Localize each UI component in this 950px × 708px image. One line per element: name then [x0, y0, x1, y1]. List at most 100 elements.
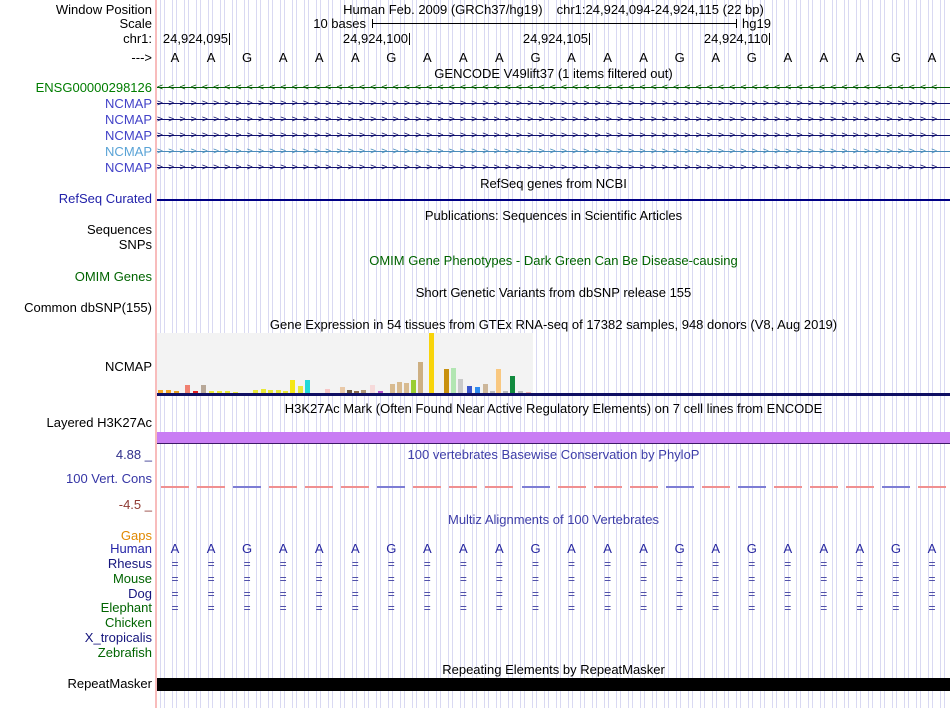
gtex-tissue-bar[interactable] — [467, 386, 472, 393]
phylop-negative-dash — [341, 486, 369, 488]
alignment-match-mark: = — [604, 557, 611, 571]
gtex-tissue-bar[interactable] — [397, 382, 402, 393]
track-label-repeatmasker[interactable]: RepeatMasker — [0, 677, 152, 691]
gtex-tissue-bar[interactable] — [390, 384, 395, 393]
alignment-match-mark: = — [928, 557, 935, 571]
alignment-match-mark: = — [748, 572, 755, 586]
track-label-refseq-curated[interactable]: RefSeq Curated — [0, 192, 152, 206]
gene-strand-arrows-right[interactable]: >>>>>>>>>>>>>>>>>>>>>>>>>>>>>>>>>>>>>>>>… — [157, 161, 950, 175]
alignment-match-mark: = — [532, 557, 539, 571]
aligned-base: A — [495, 542, 504, 556]
gene-item-label[interactable]: ENSG00000298126 — [0, 81, 152, 95]
alignment-match-mark: = — [496, 587, 503, 601]
gene-strand-arrows-right[interactable]: >>>>>>>>>>>>>>>>>>>>>>>>>>>>>>>>>>>>>>>>… — [157, 97, 950, 111]
alignment-match-mark: = — [928, 587, 935, 601]
gene-strand-arrows-right[interactable]: >>>>>>>>>>>>>>>>>>>>>>>>>>>>>>>>>>>>>>>>… — [157, 113, 950, 127]
gene-item-label[interactable]: NCMAP — [0, 161, 152, 175]
window-position-label: Window Position — [0, 3, 152, 17]
gtex-tissue-bar[interactable] — [458, 379, 463, 393]
gene-item-label[interactable]: NCMAP — [0, 113, 152, 127]
gtex-tissue-bar[interactable] — [404, 383, 409, 393]
species-label-mouse[interactable]: Mouse — [0, 572, 152, 586]
sequence-base: A — [603, 51, 612, 65]
gene-item-label[interactable]: NCMAP — [0, 129, 152, 143]
gtex-tissue-bar[interactable] — [298, 386, 303, 393]
dbsnp-track-title: Short Genetic Variants from dbSNP releas… — [157, 286, 950, 300]
gtex-tissue-bar[interactable] — [290, 380, 295, 393]
gtex-tissue-bar[interactable] — [483, 384, 488, 393]
gtex-tissue-bar[interactable] — [201, 385, 206, 393]
species-label-rhesus[interactable]: Rhesus — [0, 557, 152, 571]
gtex-tissue-bar[interactable] — [429, 333, 434, 393]
alignment-match-mark: = — [856, 557, 863, 571]
track-label-snps[interactable]: SNPs — [0, 238, 152, 252]
sequence-base: G — [530, 51, 540, 65]
alignment-match-mark: = — [856, 601, 863, 615]
alignment-match-mark: = — [171, 557, 178, 571]
gene-strand-arrows-right[interactable]: >>>>>>>>>>>>>>>>>>>>>>>>>>>>>>>>>>>>>>>>… — [157, 129, 950, 143]
track-label-gtex-gene[interactable]: NCMAP — [0, 360, 152, 374]
track-label-common-dbsnp[interactable]: Common dbSNP(155) — [0, 301, 152, 315]
species-label-dog[interactable]: Dog — [0, 587, 152, 601]
species-label-x_tropicalis[interactable]: X_tropicalis — [0, 631, 152, 645]
species-label-chicken[interactable]: Chicken — [0, 616, 152, 630]
aligned-base: A — [459, 542, 468, 556]
gtex-tissue-bar[interactable] — [305, 380, 310, 393]
alignment-match-mark: = — [532, 601, 539, 615]
alignment-match-mark: = — [424, 587, 431, 601]
track-label-sequences[interactable]: Sequences — [0, 223, 152, 237]
sequence-base: A — [207, 51, 216, 65]
aligned-base: G — [891, 542, 901, 556]
alignment-match-mark: = — [784, 601, 791, 615]
sequence-base: A — [495, 51, 504, 65]
refseq-curated-gene-line[interactable] — [157, 199, 950, 201]
alignment-match-mark: = — [856, 572, 863, 586]
alignment-match-mark: = — [208, 587, 215, 601]
aligned-base: A — [171, 542, 180, 556]
track-display-area[interactable]: Human Feb. 2009 (GRCh37/hg19)chr1:24,924… — [157, 0, 950, 708]
species-label-elephant[interactable]: Elephant — [0, 601, 152, 615]
ruler-position-number: 24,924,095 — [128, 32, 228, 46]
sequence-base: A — [459, 51, 468, 65]
sequence-base: G — [891, 51, 901, 65]
gene-item-label[interactable]: NCMAP — [0, 97, 152, 111]
gene-strand-arrows-left[interactable]: <<<<<<<<<<<<<<<<<<<<<<<<<<<<<<<<<<<<<<<<… — [157, 81, 950, 95]
gtex-tissue-bar[interactable] — [444, 369, 449, 393]
phylop-negative-dash — [702, 486, 730, 488]
alignment-match-mark: = — [244, 557, 251, 571]
species-label-zebrafish[interactable]: Zebrafish — [0, 646, 152, 660]
ruler-position-number: 24,924,105 — [488, 32, 588, 46]
aligned-base: A — [783, 542, 792, 556]
gtex-tissue-bar[interactable] — [185, 385, 190, 393]
alignment-match-mark: = — [280, 557, 287, 571]
gtex-tissue-bar[interactable] — [496, 369, 501, 393]
track-label-layered-h3k27ac[interactable]: Layered H3K27Ac — [0, 416, 152, 430]
species-label-human[interactable]: Human — [0, 542, 152, 556]
phylop-negative-dash — [413, 486, 441, 488]
alignment-match-mark: = — [820, 587, 827, 601]
gtex-tissue-bar[interactable] — [510, 376, 515, 393]
scale-label: Scale — [0, 17, 152, 31]
gene-item-label[interactable]: NCMAP — [0, 145, 152, 159]
gtex-tissue-bar[interactable] — [370, 385, 375, 393]
phylop-negative-dash — [449, 486, 477, 488]
phylop-positive-dash — [522, 486, 550, 488]
sequence-base: A — [423, 51, 432, 65]
alignment-match-mark: = — [928, 572, 935, 586]
multiz-track-title: Multiz Alignments of 100 Vertebrates — [157, 513, 950, 527]
phylop-negative-dash — [774, 486, 802, 488]
h3k27ac-signal-bar[interactable] — [157, 432, 950, 443]
gtex-tissue-bar[interactable] — [418, 362, 423, 393]
sequence-base: G — [747, 51, 757, 65]
gene-strand-arrows-right[interactable]: >>>>>>>>>>>>>>>>>>>>>>>>>>>>>>>>>>>>>>>>… — [157, 145, 950, 159]
aligned-base: A — [567, 542, 576, 556]
track-label-omim-genes[interactable]: OMIM Genes — [0, 270, 152, 284]
alignment-match-mark: = — [352, 601, 359, 615]
alignment-match-mark: = — [460, 572, 467, 586]
gtex-tissue-bar[interactable] — [451, 368, 456, 393]
repeatmasker-element-bar[interactable] — [157, 678, 950, 691]
gtex-tissue-bar[interactable] — [411, 380, 416, 393]
track-label-100-vert-cons[interactable]: 100 Vert. Cons — [0, 472, 152, 486]
alignment-match-mark: = — [532, 587, 539, 601]
h3k27ac-baseline — [157, 443, 950, 444]
